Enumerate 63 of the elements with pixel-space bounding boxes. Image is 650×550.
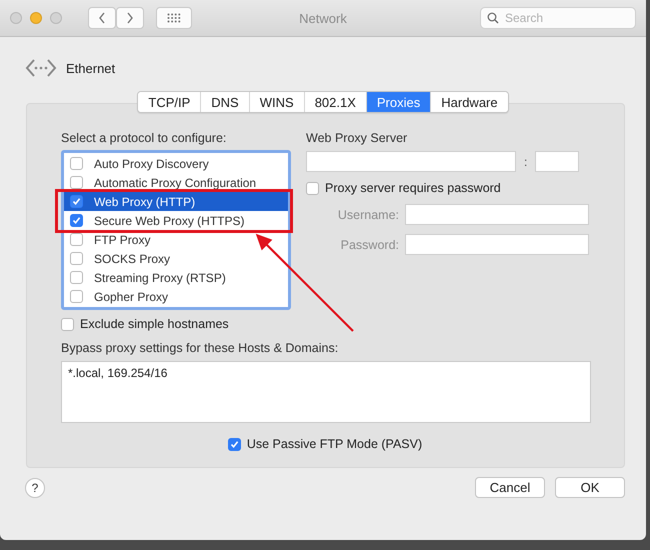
password-required-label: Proxy server requires password — [325, 181, 501, 195]
search-input[interactable]: Search — [503, 10, 623, 26]
tab[interactable]: TCP/IP — [138, 92, 200, 112]
server-label: Web Proxy Server — [306, 131, 408, 145]
tab[interactable]: Proxies — [366, 92, 430, 112]
checkbox[interactable] — [70, 214, 83, 227]
tab[interactable]: DNS — [200, 92, 249, 112]
window-control[interactable] — [10, 12, 22, 24]
protocol-name: Gopher Proxy — [94, 290, 168, 304]
protocol-item[interactable]: Auto Proxy Discovery — [64, 154, 288, 173]
protocol-item[interactable]: Web Proxy (HTTP) — [64, 192, 288, 211]
tab[interactable]: Hardware — [430, 92, 508, 112]
forward-button[interactable] — [116, 7, 144, 29]
window-title: Network — [299, 10, 347, 26]
protocol-name: SOCKS Proxy — [94, 252, 170, 266]
ethernet-icon — [25, 58, 57, 78]
protocol-name: FTP Proxy — [94, 232, 150, 246]
protocol-item[interactable]: Gopher Proxy — [64, 287, 288, 306]
port-separator: : — [524, 154, 528, 168]
protocol-item[interactable]: SOCKS Proxy — [64, 249, 288, 268]
bypass-field[interactable]: *.local, 169.254/16 — [61, 361, 591, 423]
port-field[interactable] — [535, 151, 580, 172]
ok-button[interactable]: OK — [555, 477, 625, 498]
exclude-label: Exclude simple hostnames — [80, 317, 229, 331]
protocol-name: Secure Web Proxy (HTTPS) — [94, 214, 244, 228]
show-all-button[interactable] — [156, 7, 192, 29]
checkbox[interactable] — [70, 176, 83, 189]
bypass-label: Bypass proxy settings for these Hosts & Domains: — [61, 341, 340, 355]
tab[interactable]: 802.1X — [304, 92, 366, 112]
grid-icon — [167, 13, 181, 23]
checkbox[interactable] — [70, 271, 83, 284]
chevron-left-icon — [98, 12, 106, 24]
protocol-name: Automatic Proxy Configuration — [94, 176, 256, 190]
protocol-name: Web Proxy (HTTP) — [94, 194, 196, 208]
checkbox[interactable] — [306, 182, 319, 194]
field-label: Username: — [338, 208, 399, 222]
server-field[interactable] — [306, 151, 516, 172]
checkbox[interactable] — [70, 290, 83, 303]
checkbox[interactable] — [70, 252, 83, 265]
search-field[interactable]: Search — [480, 7, 636, 29]
checkbox[interactable] — [70, 233, 83, 246]
search-icon — [487, 12, 499, 24]
window-control[interactable] — [30, 12, 42, 24]
chevron-right-icon — [126, 12, 134, 24]
checkbox[interactable] — [70, 157, 83, 170]
cancel-button[interactable]: Cancel — [475, 477, 545, 498]
tab[interactable]: WINS — [248, 92, 304, 112]
protocol-label: Select a protocol to configure: — [61, 131, 228, 145]
help-button[interactable]: ? — [25, 478, 45, 498]
passive-ftp-label: Use Passive FTP Mode (PASV) — [246, 437, 422, 451]
protocol-item[interactable]: Streaming Proxy (RTSP) — [64, 268, 288, 287]
protocol-item[interactable]: Secure Web Proxy (HTTPS) — [64, 211, 288, 230]
protocol-name: Auto Proxy Discovery — [94, 156, 209, 170]
protocol-name: Streaming Proxy (RTSP) — [94, 270, 226, 284]
service-name: Ethernet — [66, 60, 116, 76]
back-button[interactable] — [88, 7, 116, 29]
window-control[interactable] — [50, 12, 62, 24]
checkbox[interactable] — [61, 318, 74, 330]
checkbox[interactable] — [228, 438, 241, 450]
protocol-item[interactable]: FTP Proxy — [64, 230, 288, 249]
checkbox[interactable] — [70, 195, 83, 208]
field-label: Password: — [340, 238, 399, 252]
protocol-item[interactable]: Automatic Proxy Configuration — [64, 173, 288, 192]
